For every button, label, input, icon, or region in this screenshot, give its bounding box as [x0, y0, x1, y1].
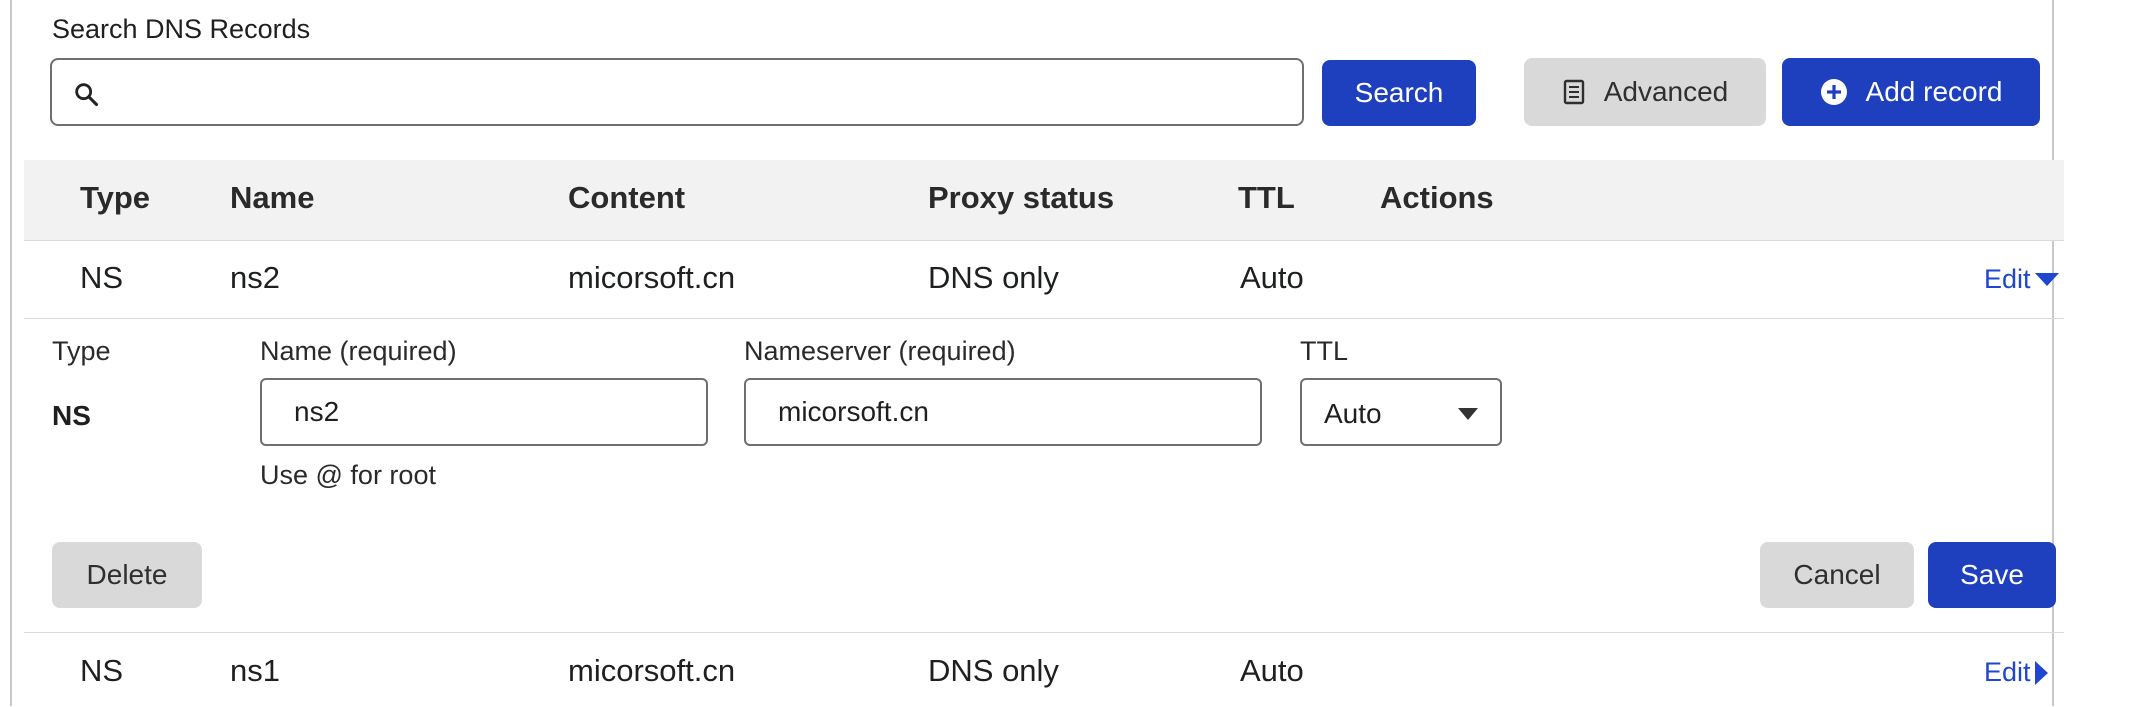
- plus-circle-icon: [1820, 79, 1847, 105]
- edit-link[interactable]: Edit: [1984, 657, 2049, 688]
- search-field[interactable]: [50, 58, 1304, 126]
- save-button[interactable]: Save: [1928, 542, 2056, 608]
- advanced-button-label: Advanced: [1603, 76, 1729, 107]
- row-proxy-status: DNS only: [928, 260, 1059, 295]
- row-ttl: Auto: [1240, 260, 1304, 295]
- table-row[interactable]: NS ns1 micorsoft.cn DNS only Auto Edit: [24, 632, 2064, 707]
- advanced-button[interactable]: Advanced: [1524, 58, 1766, 126]
- column-header-proxy-status: Proxy status: [928, 180, 1115, 215]
- caret-right-icon: [2034, 660, 2048, 685]
- add-record-button[interactable]: Add record: [1782, 58, 2040, 126]
- ttl-select-value: Auto: [1324, 398, 1382, 429]
- table-header: Type Name Content Proxy status TTL Actio…: [24, 160, 2064, 241]
- row-type: NS: [80, 260, 124, 295]
- caret-down-icon: [2034, 272, 2059, 286]
- ttl-select[interactable]: Auto: [1300, 378, 1502, 446]
- search-button-label: Search: [1354, 77, 1444, 108]
- column-header-ttl: TTL: [1238, 180, 1295, 215]
- save-button-label: Save: [1960, 559, 2024, 590]
- record-editor: Type NS Name (required) Use @ for root N…: [24, 318, 2064, 632]
- edit-link-label: Edit: [1984, 657, 2031, 687]
- column-header-name: Name: [230, 180, 315, 215]
- edit-link-label: Edit: [1984, 264, 2031, 294]
- search-button[interactable]: Search: [1322, 60, 1476, 126]
- row-type: NS: [80, 653, 124, 688]
- row-name: ns2: [230, 260, 280, 295]
- row-content: micorsoft.cn: [568, 260, 736, 295]
- dns-records-panel: Search DNS Records Search Advanced Add r…: [10, 0, 2064, 706]
- nameserver-label: Nameserver (required): [744, 336, 1016, 366]
- cancel-button-label: Cancel: [1793, 559, 1881, 590]
- delete-button-label: Delete: [86, 559, 168, 590]
- nameserver-field[interactable]: [744, 378, 1262, 446]
- table-row[interactable]: NS ns2 micorsoft.cn DNS only Auto Edit: [24, 240, 2064, 319]
- ttl-label: TTL: [1300, 336, 1349, 366]
- edit-link[interactable]: Edit: [1984, 264, 2059, 295]
- name-hint: Use @ for root: [260, 460, 436, 490]
- type-label: Type: [52, 336, 111, 366]
- nameserver-input[interactable]: [746, 380, 1260, 444]
- name-field[interactable]: [260, 378, 708, 446]
- row-content: micorsoft.cn: [568, 653, 736, 688]
- search-label: Search DNS Records: [52, 14, 311, 44]
- add-record-button-label: Add record: [1865, 76, 2003, 107]
- row-proxy-status: DNS only: [928, 653, 1059, 688]
- column-header-type: Type: [80, 180, 151, 215]
- type-value: NS: [52, 400, 91, 431]
- column-header-actions: Actions: [1380, 180, 1494, 215]
- cancel-button[interactable]: Cancel: [1760, 542, 1914, 608]
- search-icon: [75, 83, 99, 107]
- column-header-content: Content: [568, 180, 686, 215]
- row-name: ns1: [230, 653, 280, 688]
- chevron-down-icon: [1458, 408, 1478, 420]
- row-ttl: Auto: [1240, 653, 1304, 688]
- search-input[interactable]: [122, 68, 1286, 118]
- delete-button[interactable]: Delete: [52, 542, 202, 608]
- document-icon: [1563, 79, 1584, 105]
- name-label: Name (required): [260, 336, 457, 366]
- name-input[interactable]: [262, 380, 706, 444]
